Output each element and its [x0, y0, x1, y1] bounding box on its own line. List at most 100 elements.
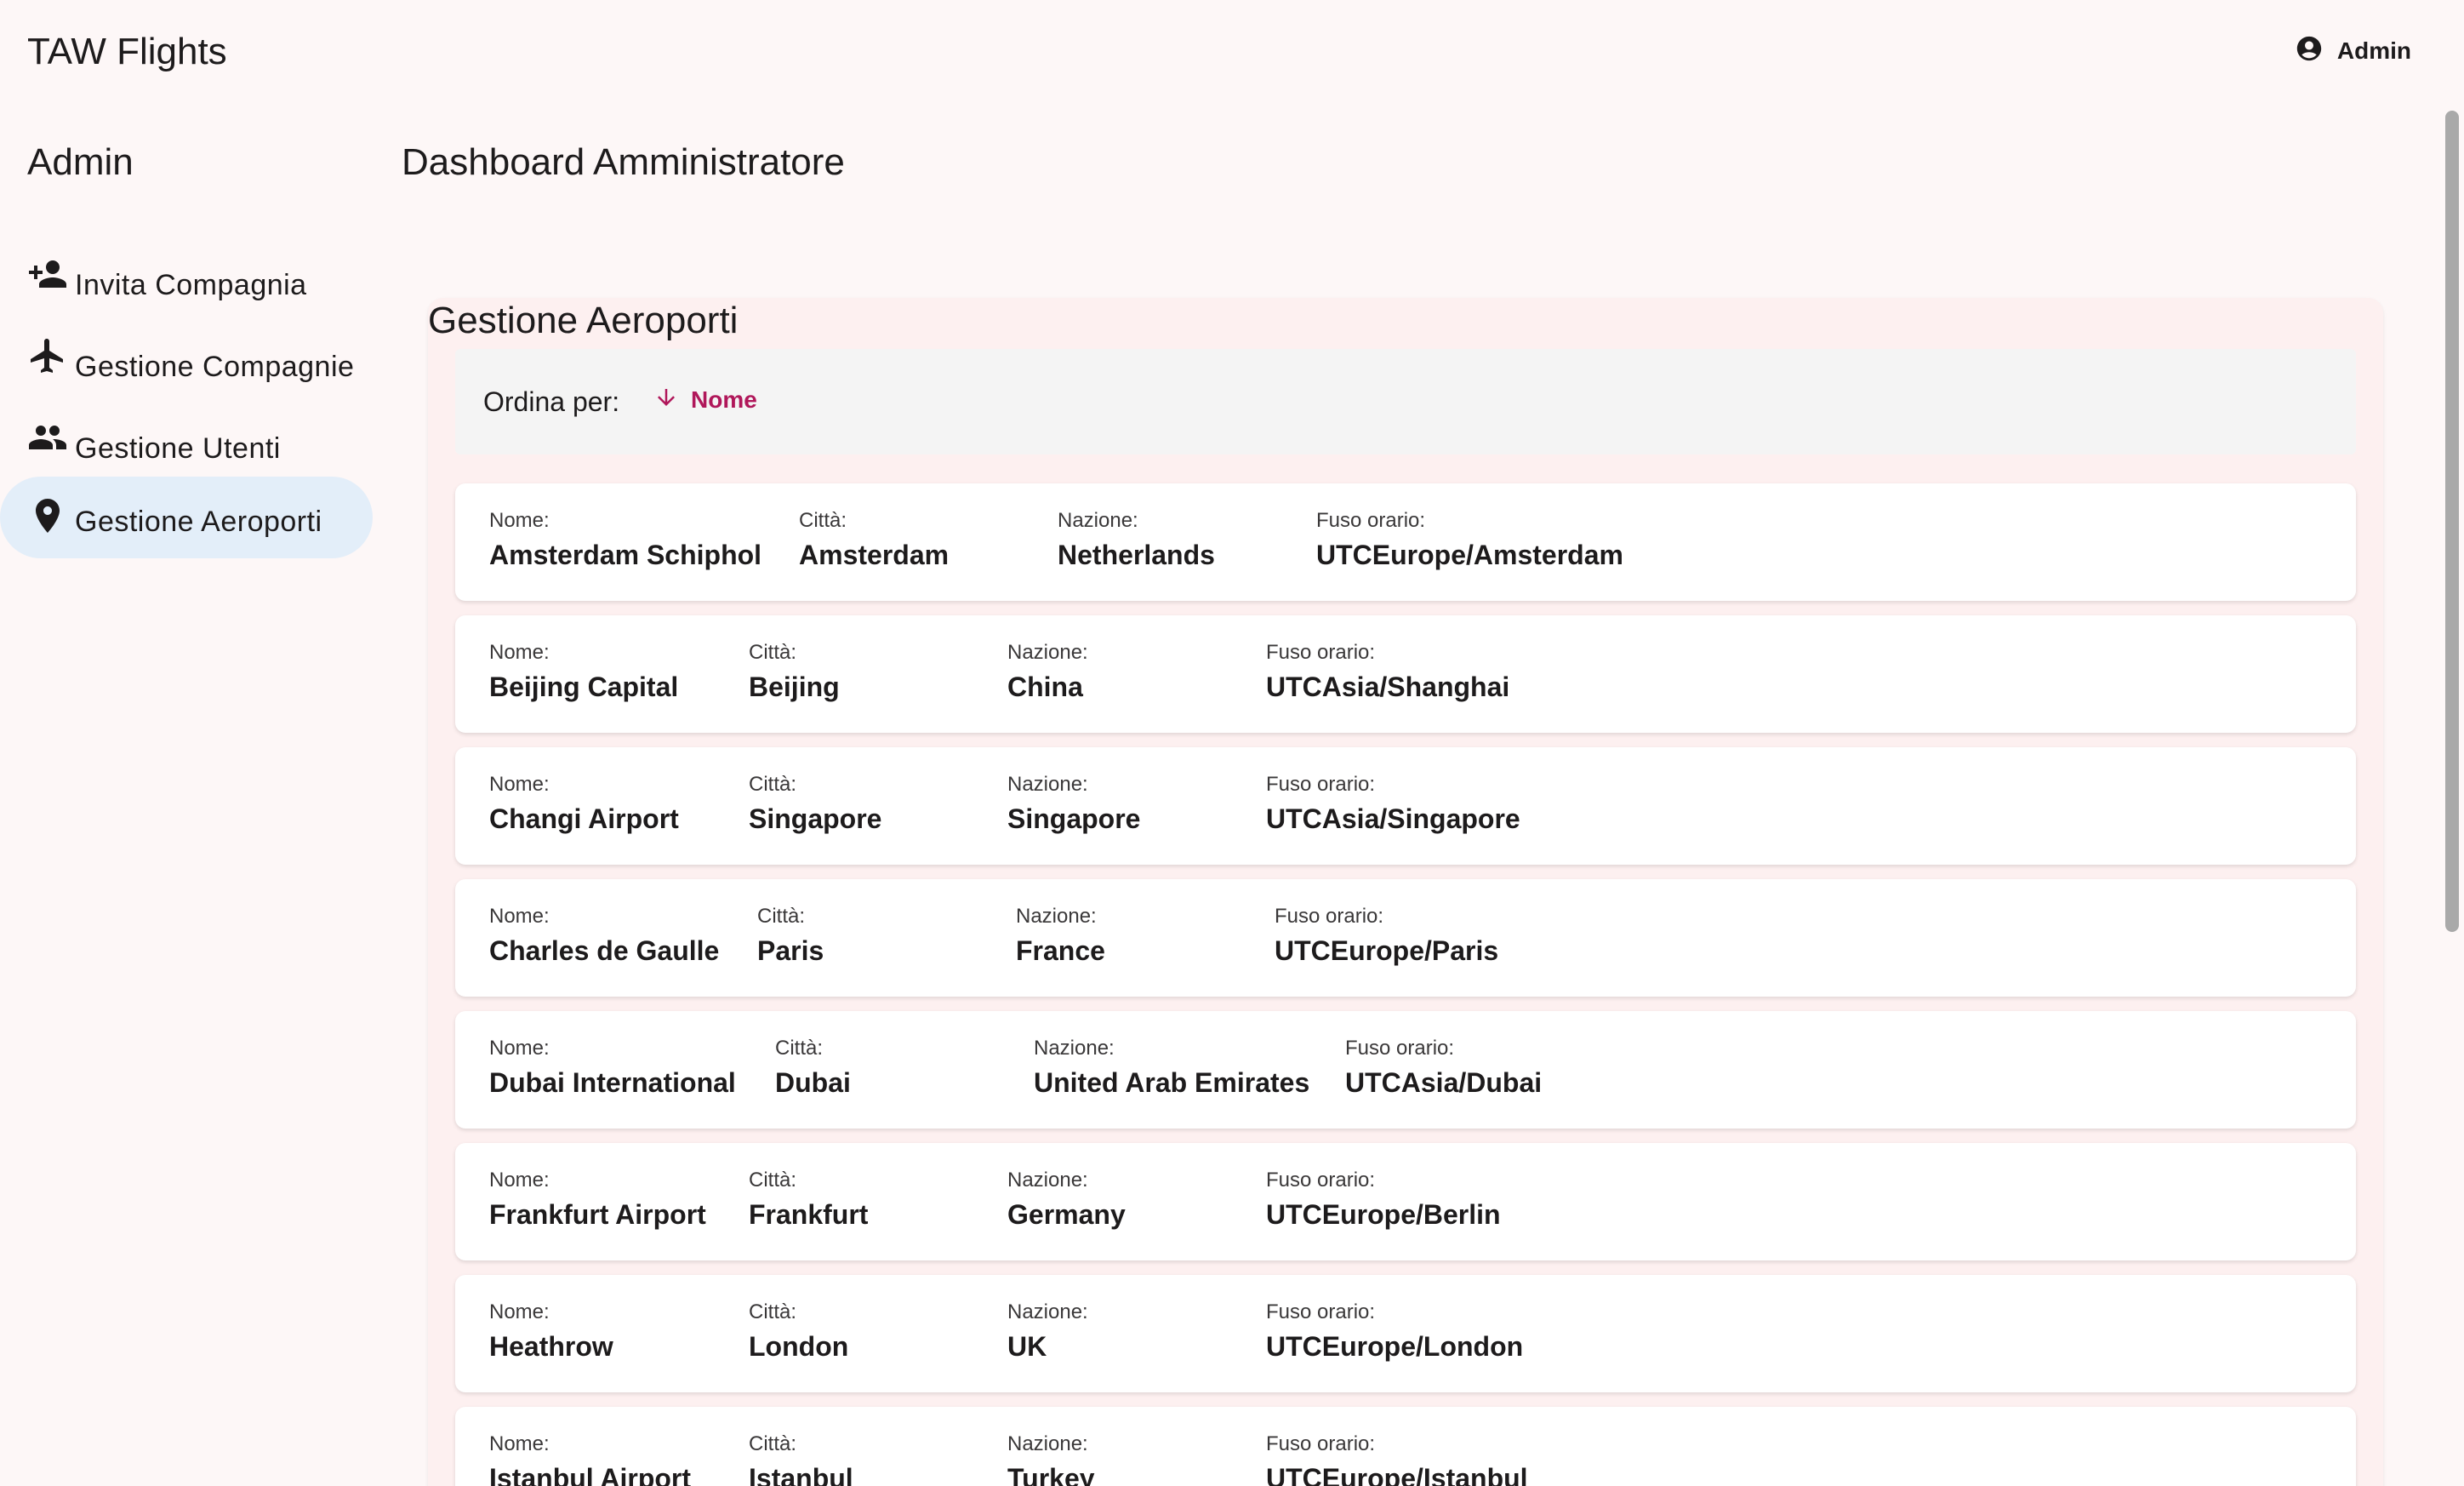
- name-field: Nome: Heathrow: [489, 1300, 613, 1363]
- country-field: Nazione: United Arab Emirates: [1034, 1037, 1309, 1099]
- top-bar: TAW Flights Admin: [0, 0, 2464, 102]
- city-field: Città: Dubai: [775, 1037, 851, 1099]
- timezone-field: Fuso orario: UTCEurope/Paris: [1275, 905, 1498, 967]
- name-label: Nome:: [489, 905, 550, 928]
- name-value: Changi Airport: [489, 803, 679, 834]
- timezone-value: UTCAsia/Shanghai: [1266, 672, 1510, 702]
- name-field: Nome: Beijing Capital: [489, 641, 678, 703]
- city-label: Città:: [749, 1300, 797, 1323]
- timezone-label: Fuso orario:: [1266, 641, 1376, 664]
- account-circle-icon: [2295, 34, 2324, 67]
- city-value: Dubai: [775, 1067, 851, 1098]
- airport-card[interactable]: Nome: Dubai International Città: Dubai N…: [455, 1011, 2356, 1129]
- city-value: Paris: [757, 935, 824, 966]
- timezone-value: UTCAsia/Dubai: [1345, 1067, 1543, 1098]
- sidebar-heading: Admin: [27, 141, 134, 183]
- page-title: Dashboard Amministratore: [402, 141, 845, 183]
- airplane-icon: [27, 335, 68, 376]
- country-field: Nazione: Turkey: [1007, 1432, 1095, 1486]
- name-field: Nome: Dubai International: [489, 1037, 736, 1099]
- city-field: Città: Paris: [757, 905, 824, 967]
- country-value: Netherlands: [1058, 540, 1215, 570]
- country-label: Nazione:: [1007, 1432, 1088, 1455]
- name-label: Nome:: [489, 641, 550, 664]
- name-value: Beijing Capital: [489, 672, 679, 702]
- sidebar-item-label: Gestione Aeroporti: [75, 506, 322, 538]
- city-value: Frankfurt: [749, 1199, 869, 1230]
- sort-button-label: Nome: [691, 386, 757, 413]
- timezone-label: Fuso orario:: [1345, 1037, 1455, 1060]
- name-label: Nome:: [489, 1169, 550, 1192]
- name-field: Nome: Charles de Gaulle: [489, 905, 719, 967]
- country-label: Nazione:: [1007, 1300, 1088, 1323]
- timezone-label: Fuso orario:: [1316, 509, 1426, 532]
- timezone-value: UTCEurope/Amsterdam: [1316, 540, 1623, 570]
- city-field: Città: Beijing: [749, 641, 840, 703]
- timezone-field: Fuso orario: UTCAsia/Dubai: [1345, 1037, 1542, 1099]
- name-label: Nome:: [489, 1300, 550, 1323]
- timezone-value: UTCEurope/Berlin: [1266, 1199, 1501, 1230]
- name-label: Nome:: [489, 1037, 550, 1060]
- app-root: TAW Flights Admin Admin Invita Compagnia…: [0, 0, 2464, 1486]
- city-field: Città: Singapore: [749, 773, 881, 835]
- country-value: China: [1007, 672, 1083, 702]
- city-label: Città:: [775, 1037, 824, 1060]
- city-field: Città: Istanbul: [749, 1432, 853, 1486]
- timezone-value: UTCEurope/Istanbul: [1266, 1463, 1528, 1486]
- name-field: Nome: Frankfurt Airport: [489, 1169, 706, 1231]
- sort-by-name-button[interactable]: Nome: [647, 380, 764, 420]
- country-label: Nazione:: [1016, 905, 1097, 928]
- city-value: Beijing: [749, 672, 840, 702]
- sidebar-item-label: Invita Compagnia: [75, 269, 307, 301]
- location-pin-icon: [27, 495, 68, 536]
- country-value: Singapore: [1007, 803, 1141, 834]
- person-add-icon: [27, 254, 68, 294]
- city-value: Singapore: [749, 803, 882, 834]
- timezone-label: Fuso orario:: [1266, 1169, 1376, 1192]
- country-label: Nazione:: [1007, 773, 1088, 796]
- name-value: Frankfurt Airport: [489, 1199, 706, 1230]
- sidebar-item-invita-compagnia[interactable]: Invita Compagnia: [0, 243, 373, 325]
- timezone-field: Fuso orario: UTCEurope/Berlin: [1266, 1169, 1501, 1231]
- user-menu-button[interactable]: Admin: [2295, 34, 2411, 67]
- name-field: Nome: Changi Airport: [489, 773, 679, 835]
- name-value: Istanbul Airport: [489, 1463, 692, 1486]
- country-field: Nazione: Singapore: [1007, 773, 1140, 835]
- country-value: Turkey: [1007, 1463, 1095, 1486]
- country-value: United Arab Emirates: [1034, 1067, 1310, 1098]
- country-label: Nazione:: [1007, 1169, 1088, 1192]
- airport-card[interactable]: Nome: Beijing Capital Città: Beijing Naz…: [455, 615, 2356, 733]
- city-label: Città:: [749, 641, 797, 664]
- timezone-value: UTCEurope/Paris: [1275, 935, 1499, 966]
- timezone-field: Fuso orario: UTCAsia/Shanghai: [1266, 641, 1509, 703]
- airport-card[interactable]: Nome: Frankfurt Airport Città: Frankfurt…: [455, 1143, 2356, 1260]
- country-label: Nazione:: [1007, 641, 1088, 664]
- city-value: Istanbul: [749, 1463, 853, 1486]
- app-title: TAW Flights: [27, 31, 227, 72]
- airport-card[interactable]: Nome: Amsterdam Schiphol Città: Amsterda…: [455, 483, 2356, 601]
- sidebar-item-gestione-compagnie[interactable]: Gestione Compagnie: [0, 325, 373, 407]
- timezone-label: Fuso orario:: [1266, 1300, 1376, 1323]
- name-label: Nome:: [489, 773, 550, 796]
- airport-card[interactable]: Nome: Changi Airport Città: Singapore Na…: [455, 747, 2356, 865]
- airport-card[interactable]: Nome: Heathrow Città: London Nazione: UK…: [455, 1275, 2356, 1392]
- arrow-down-icon: [653, 385, 679, 414]
- timezone-label: Fuso orario:: [1266, 1432, 1376, 1455]
- country-value: Germany: [1007, 1199, 1126, 1230]
- city-label: Città:: [757, 905, 806, 928]
- sidebar-item-gestione-aeroporti[interactable]: Gestione Aeroporti: [0, 477, 373, 558]
- name-value: Charles de Gaulle: [489, 935, 720, 966]
- scrollbar-thumb[interactable]: [2445, 111, 2459, 932]
- name-field: Nome: Istanbul Airport: [489, 1432, 691, 1486]
- sidebar-item-label: Gestione Compagnie: [75, 351, 355, 383]
- airport-card[interactable]: Nome: Istanbul Airport Città: Istanbul N…: [455, 1407, 2356, 1486]
- timezone-field: Fuso orario: UTCEurope/Istanbul: [1266, 1432, 1528, 1486]
- name-label: Nome:: [489, 509, 550, 532]
- timezone-value: UTCAsia/Singapore: [1266, 803, 1520, 834]
- airport-card[interactable]: Nome: Charles de Gaulle Città: Paris Naz…: [455, 879, 2356, 997]
- city-label: Città:: [749, 773, 797, 796]
- city-label: Città:: [799, 509, 847, 532]
- timezone-field: Fuso orario: UTCEurope/Amsterdam: [1316, 509, 1623, 571]
- country-value: UK: [1007, 1331, 1047, 1362]
- country-field: Nazione: UK: [1007, 1300, 1088, 1363]
